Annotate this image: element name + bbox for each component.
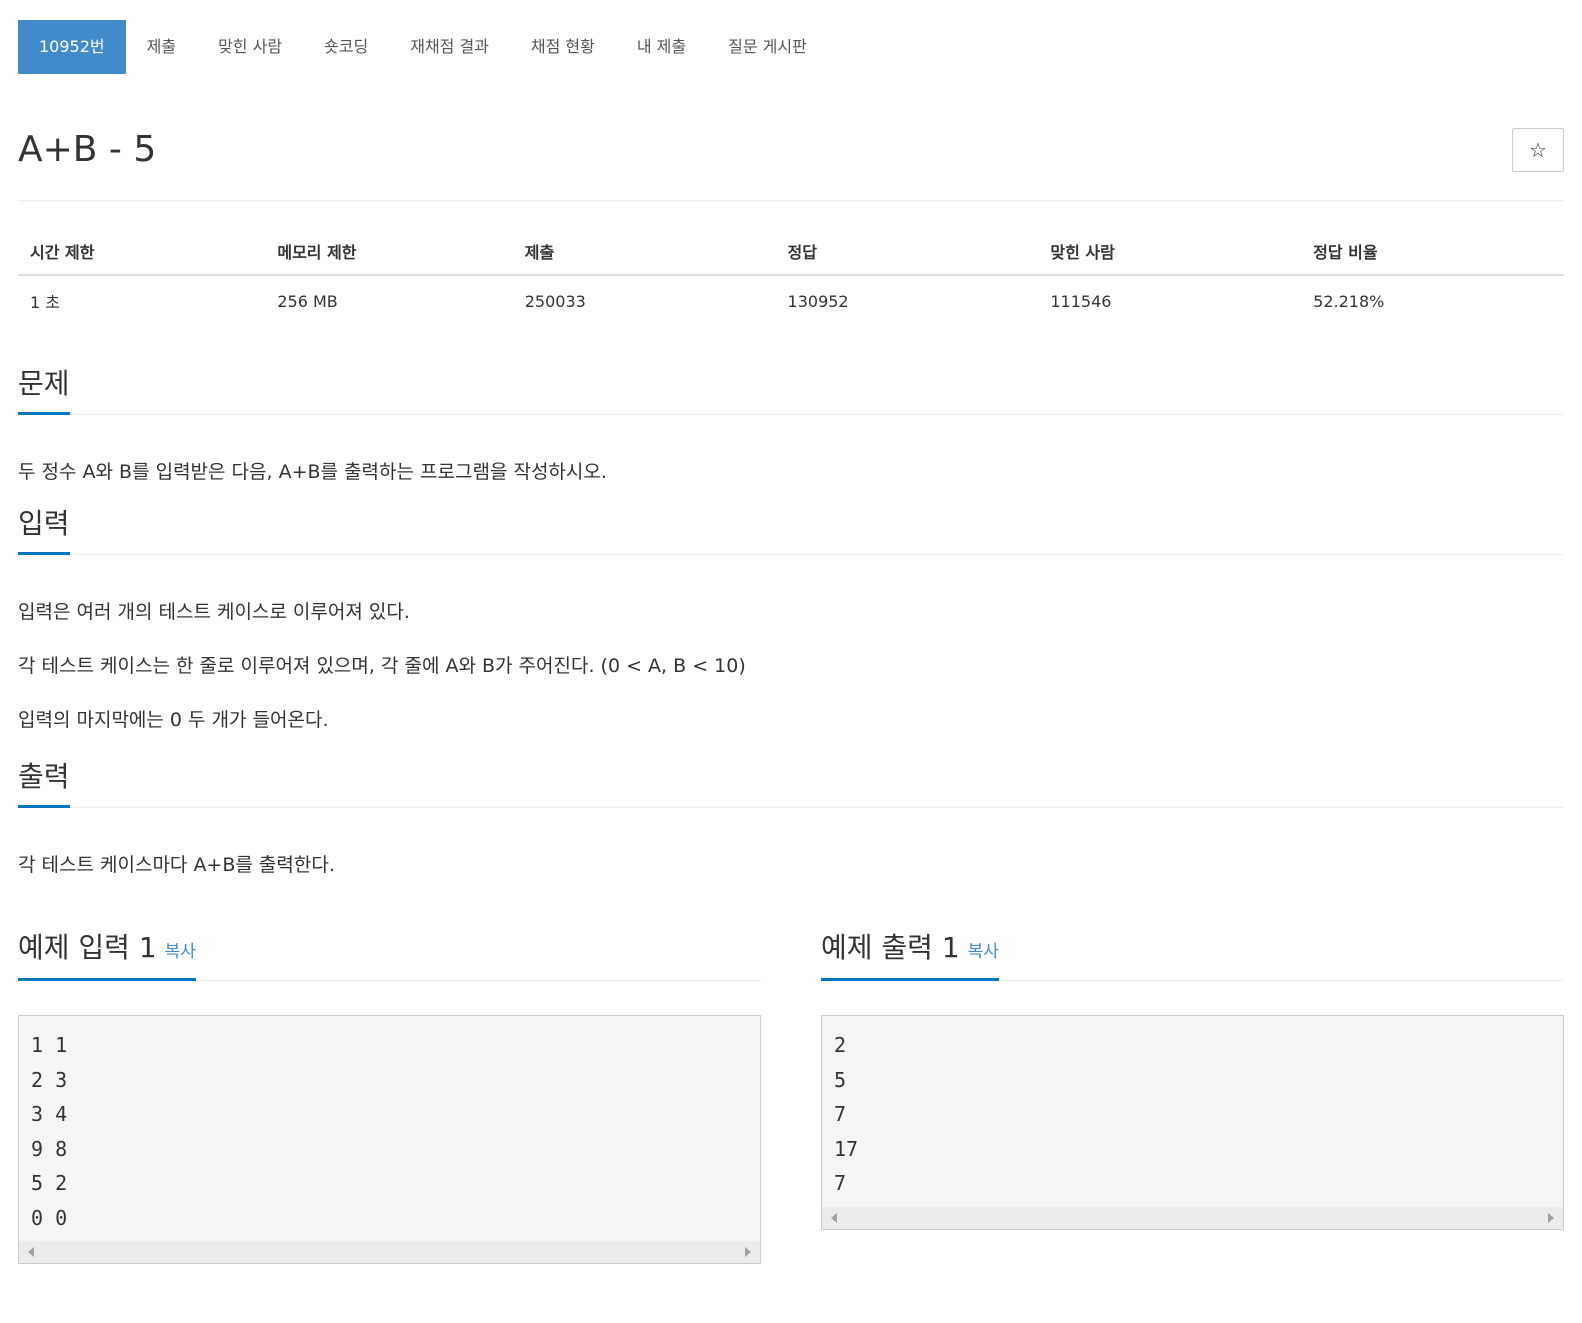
section-problem-head: 문제 — [18, 326, 1564, 415]
copy-sample-output-link[interactable]: 복사 — [968, 942, 999, 962]
header-time-limit: 시간 제한 — [18, 227, 266, 276]
horizontal-scrollbar[interactable] — [19, 1241, 760, 1263]
problem-nav: 10952번 제출 맞힌 사람 숏코딩 재채점 결과 채점 현황 내 제출 질문… — [18, 20, 1564, 74]
table-header-row: 시간 제한 메모리 제한 제출 정답 맞힌 사람 정답 비율 — [18, 227, 1564, 276]
value-accept-ratio: 52.218% — [1313, 291, 1385, 311]
value-time-limit: 1 초 — [30, 293, 60, 312]
nav-tab-problem[interactable]: 10952번 — [18, 20, 126, 74]
header-submissions: 제출 — [512, 227, 776, 276]
scroll-left-icon[interactable] — [28, 1247, 34, 1257]
nav-tab-submit[interactable]: 제출 — [126, 20, 197, 74]
section-output-body: 각 테스트 케이스마다 A+B를 출력한다. — [18, 808, 1564, 882]
sample-output-box: 2 5 7 17 7 — [821, 1015, 1564, 1230]
nav-tab-short-coding[interactable]: 숏코딩 — [303, 20, 389, 74]
value-accepted: 130952 — [787, 291, 849, 311]
table-row: 1 초 256 MB 250033 130952 111546 52.218% — [18, 275, 1564, 326]
sample-input-title: 예제 입력 1 — [18, 931, 157, 964]
section-output-heading: 출력 — [18, 759, 70, 808]
section-input-heading: 입력 — [18, 506, 70, 555]
star-icon: ☆ — [1529, 138, 1547, 162]
sample-input: 예제 입력 1 복사 1 1 2 3 3 4 9 8 5 2 0 0 — [18, 896, 761, 1264]
nav-tab-solved-users[interactable]: 맞힌 사람 — [197, 20, 303, 74]
sample-output-heading: 예제 출력 1 복사 — [821, 930, 999, 981]
section-input-head: 입력 — [18, 489, 1564, 555]
nav-tab-rejudge-results[interactable]: 재채점 결과 — [389, 20, 510, 74]
section-problem-heading: 문제 — [18, 366, 70, 415]
problem-info-table: 시간 제한 메모리 제한 제출 정답 맞힌 사람 정답 비율 1 초 256 M… — [18, 227, 1564, 326]
problem-page: 10952번 제출 맞힌 사람 숏코딩 재채점 결과 채점 현황 내 제출 질문… — [18, 20, 1564, 1264]
favorite-button[interactable]: ☆ — [1512, 128, 1564, 172]
section-problem: 문제 두 정수 A와 B를 입력받은 다음, A+B를 출력하는 프로그램을 작… — [18, 326, 1564, 489]
sample-output: 예제 출력 1 복사 2 5 7 17 7 — [821, 896, 1564, 1264]
header-memory-limit: 메모리 제한 — [265, 227, 513, 276]
sample-output-title: 예제 출력 1 — [821, 931, 960, 964]
section-input-body: 입력은 여러 개의 테스트 케이스로 이루어져 있다. 각 테스트 케이스는 한… — [18, 555, 1564, 737]
scroll-left-icon[interactable] — [831, 1212, 837, 1223]
nav-tab-judge-status[interactable]: 채점 현황 — [510, 20, 616, 74]
input-paragraph: 각 테스트 케이스는 한 줄로 이루어져 있으며, 각 줄에 A와 B가 주어진… — [18, 655, 746, 677]
value-memory-limit: 256 MB — [277, 291, 338, 311]
sample-output-head: 예제 출력 1 복사 — [821, 896, 1564, 981]
value-submissions: 250033 — [524, 291, 586, 311]
input-paragraph: 입력의 마지막에는 0 두 개가 들어온다. — [18, 709, 329, 731]
input-paragraph: 입력은 여러 개의 테스트 케이스로 이루어져 있다. — [18, 601, 410, 623]
scroll-right-icon[interactable] — [745, 1247, 751, 1257]
value-solved-users: 111546 — [1050, 291, 1112, 311]
scroll-right-icon[interactable] — [1548, 1212, 1554, 1223]
section-output-head: 출력 — [18, 737, 1564, 808]
samples-row: 예제 입력 1 복사 1 1 2 3 3 4 9 8 5 2 0 0 예제 출력 … — [18, 896, 1564, 1264]
horizontal-scrollbar[interactable] — [822, 1206, 1563, 1229]
sample-input-content: 1 1 2 3 3 4 9 8 5 2 0 0 — [31, 1033, 68, 1230]
header-accept-ratio: 정답 비율 — [1301, 227, 1564, 276]
header-accepted: 정답 — [775, 227, 1039, 276]
section-output: 출력 각 테스트 케이스마다 A+B를 출력한다. — [18, 737, 1564, 882]
section-problem-body: 두 정수 A와 B를 입력받은 다음, A+B를 출력하는 프로그램을 작성하시… — [18, 415, 1564, 489]
output-paragraph: 각 테스트 케이스마다 A+B를 출력한다. — [18, 854, 335, 876]
page-title: A+B - 5 — [18, 129, 157, 170]
problem-description: 두 정수 A와 B를 입력받은 다음, A+B를 출력하는 프로그램을 작성하시… — [18, 461, 607, 483]
sample-input-heading: 예제 입력 1 복사 — [18, 930, 196, 981]
sample-input-box: 1 1 2 3 3 4 9 8 5 2 0 0 — [18, 1015, 761, 1264]
title-row: A+B - 5 ☆ — [18, 74, 1564, 201]
nav-tab-question-board[interactable]: 질문 게시판 — [707, 20, 828, 74]
nav-tab-my-submissions[interactable]: 내 제출 — [616, 20, 707, 74]
sample-input-head: 예제 입력 1 복사 — [18, 896, 761, 981]
sample-output-content: 2 5 7 17 7 — [834, 1033, 859, 1195]
copy-sample-input-link[interactable]: 복사 — [165, 942, 196, 962]
section-input: 입력 입력은 여러 개의 테스트 케이스로 이루어져 있다. 각 테스트 케이스… — [18, 489, 1564, 737]
header-solved-users: 맞힌 사람 — [1038, 227, 1302, 276]
